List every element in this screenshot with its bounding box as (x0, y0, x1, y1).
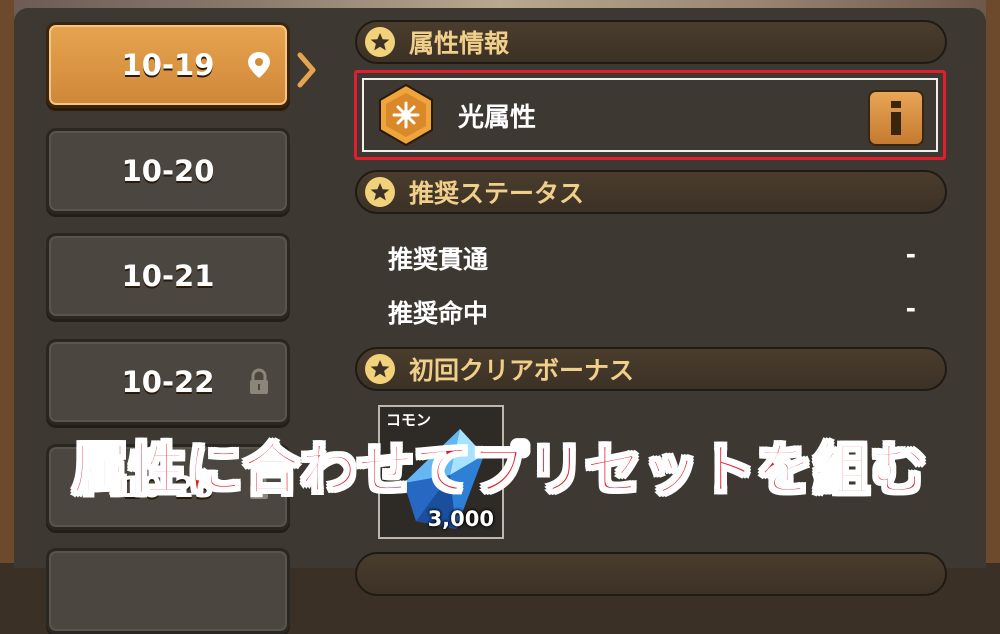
next-section-header (355, 552, 947, 596)
stage-item-next[interactable] (46, 548, 290, 634)
section-title: 属性情報 (409, 29, 510, 58)
attribute-section-header: 属性情報 (355, 20, 947, 64)
stat-label: 推奨命中 (388, 299, 489, 328)
attribute-row: 光属性 (362, 78, 938, 152)
recommended-accuracy-row: 推奨命中 - (388, 294, 916, 330)
star-icon (365, 177, 395, 207)
info-icon (891, 101, 901, 135)
recommended-penetration-row: 推奨貫通 - (388, 240, 916, 276)
stage-item-10-21[interactable]: 10-21 (46, 233, 290, 319)
light-attribute-icon (379, 83, 433, 147)
stage-item-10-20[interactable]: 10-20 (46, 128, 290, 214)
attribute-highlight-box: 光属性 (354, 70, 946, 160)
lock-icon (250, 368, 268, 394)
stage-label: 10-20 (121, 154, 215, 188)
stat-value: - (905, 294, 916, 323)
stage-item-10-22[interactable]: 10-22 (46, 339, 290, 425)
star-icon (365, 27, 395, 57)
attribute-name: 光属性 (458, 102, 537, 133)
stage-label: 10-21 (121, 259, 215, 293)
stage-label: 10-22 (121, 365, 215, 399)
stat-label: 推奨貫通 (388, 245, 489, 274)
section-title: 初回クリアボーナス (409, 356, 635, 385)
attribute-info-button[interactable] (868, 90, 924, 146)
stat-value: - (905, 240, 916, 269)
recommended-section-header: 推奨ステータス (355, 170, 947, 214)
chevron-right-icon (297, 52, 316, 88)
overlay-caption: 属性に合わせてプリセットを組む (72, 437, 928, 504)
reward-quantity: 3,000 (427, 507, 494, 531)
stage-item-10-19[interactable]: 10-19 (46, 22, 290, 108)
map-pin-icon (248, 52, 270, 78)
section-title: 推奨ステータス (409, 179, 585, 208)
first-clear-section-header: 初回クリアボーナス (355, 347, 947, 391)
star-icon (365, 354, 395, 384)
stage-label: 10-19 (121, 48, 215, 82)
